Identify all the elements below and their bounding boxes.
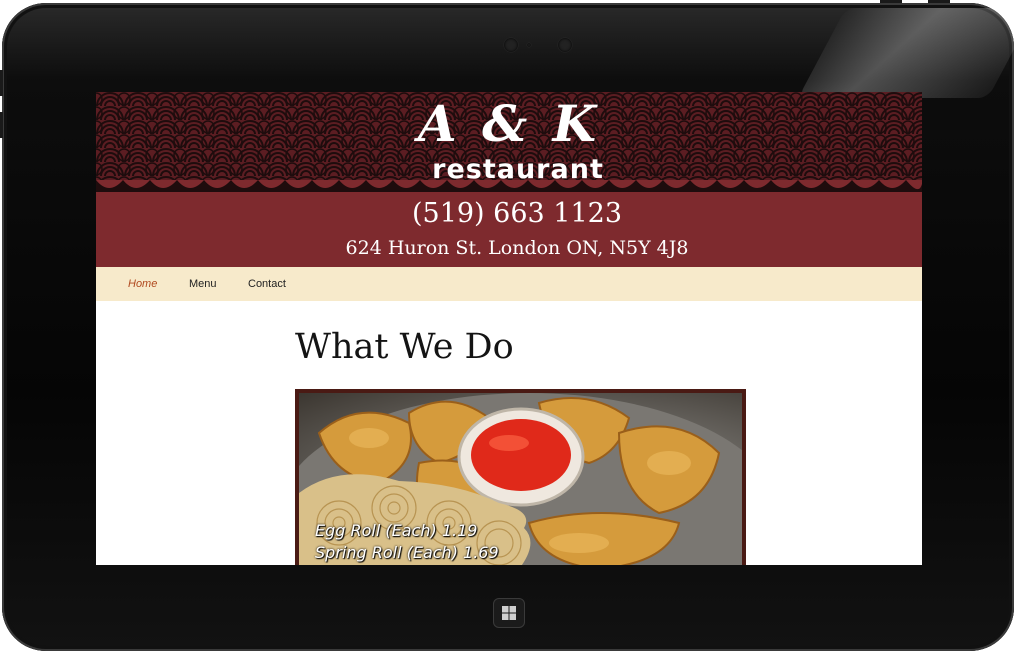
- windows-logo-icon: [502, 606, 516, 620]
- price-line-spring-roll: Spring Roll (Each) 1.69: [315, 543, 499, 562]
- site-header: A & K restaurant (519) 663 1123 624 Huro…: [96, 92, 922, 267]
- logo-subtitle: restaurant: [432, 154, 604, 185]
- camera-icon: [504, 38, 518, 52]
- web-page: A & K restaurant (519) 663 1123 624 Huro…: [96, 92, 922, 565]
- volume-button[interactable]: [0, 112, 3, 138]
- power-button[interactable]: [928, 0, 950, 3]
- food-image: Egg Roll (Each) 1.19 Spring Roll (Each) …: [295, 389, 746, 565]
- main-nav: Home Menu Contact: [96, 267, 922, 301]
- camera-icon: [558, 38, 572, 52]
- nav-item-menu[interactable]: Menu: [189, 278, 217, 290]
- price-line-egg-roll: Egg Roll (Each) 1.19: [315, 521, 478, 540]
- nav-item-home[interactable]: Home: [128, 278, 157, 290]
- nav-item-contact[interactable]: Contact: [248, 278, 286, 290]
- phone-number[interactable]: (519) 663 1123: [96, 198, 922, 229]
- volume-button[interactable]: [0, 70, 3, 96]
- windows-home-button[interactable]: [493, 598, 525, 628]
- sensor-icon: [527, 43, 531, 47]
- page-title: What We Do: [295, 327, 514, 367]
- logo-title[interactable]: A & K: [96, 94, 922, 153]
- address: 624 Huron St. London ON, N5Y 4J8: [345, 237, 689, 259]
- power-button[interactable]: [880, 0, 902, 3]
- screen-glare: [798, 8, 1024, 98]
